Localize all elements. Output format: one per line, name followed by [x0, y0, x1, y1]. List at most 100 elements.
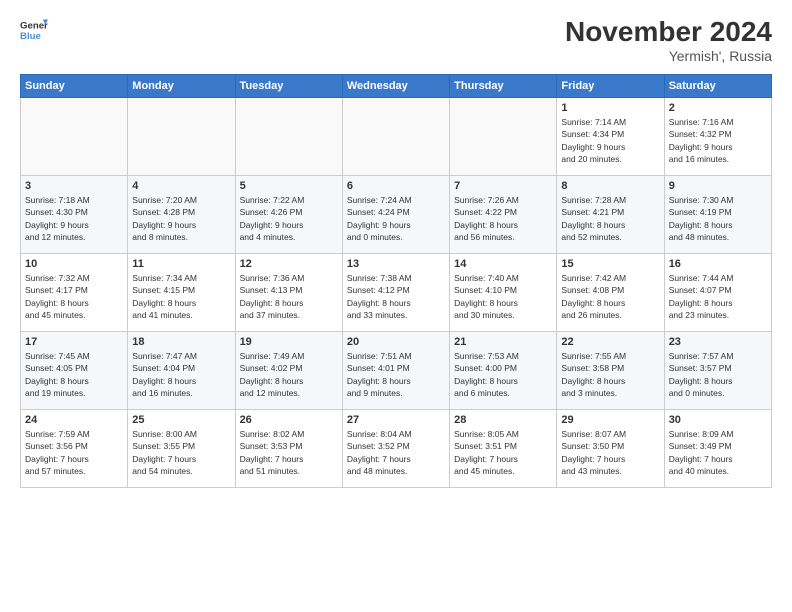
day-info: Sunrise: 7:45 AM Sunset: 4:05 PM Dayligh… — [25, 350, 123, 399]
header: General Blue November 2024 Yermish', Rus… — [20, 16, 772, 64]
th-thursday: Thursday — [450, 75, 557, 98]
day-info: Sunrise: 7:42 AM Sunset: 4:08 PM Dayligh… — [561, 272, 659, 321]
header-row: Sunday Monday Tuesday Wednesday Thursday… — [21, 75, 772, 98]
day-info: Sunrise: 8:00 AM Sunset: 3:55 PM Dayligh… — [132, 428, 230, 477]
calendar-day: 6 Sunrise: 7:24 AM Sunset: 4:24 PM Daylig… — [342, 176, 449, 254]
day-info: Sunrise: 7:14 AM Sunset: 4:34 PM Dayligh… — [561, 116, 659, 165]
day-number: 20 — [347, 336, 445, 348]
day-number: 19 — [240, 336, 338, 348]
day-number: 14 — [454, 258, 552, 270]
day-info: Sunrise: 8:05 AM Sunset: 3:51 PM Dayligh… — [454, 428, 552, 477]
calendar-day: 27 Sunrise: 8:04 AM Sunset: 3:52 PM Dayli… — [342, 410, 449, 488]
day-number: 1 — [561, 102, 659, 114]
day-info: Sunrise: 8:04 AM Sunset: 3:52 PM Dayligh… — [347, 428, 445, 477]
day-number: 23 — [669, 336, 767, 348]
day-number: 15 — [561, 258, 659, 270]
day-info: Sunrise: 7:53 AM Sunset: 4:00 PM Dayligh… — [454, 350, 552, 399]
day-info: Sunrise: 7:44 AM Sunset: 4:07 PM Dayligh… — [669, 272, 767, 321]
calendar-day: 25 Sunrise: 8:00 AM Sunset: 3:55 PM Dayli… — [128, 410, 235, 488]
calendar-week-1: 3 Sunrise: 7:18 AM Sunset: 4:30 PM Daylig… — [21, 176, 772, 254]
th-saturday: Saturday — [664, 75, 771, 98]
main-title: November 2024 — [565, 16, 772, 48]
day-number: 6 — [347, 180, 445, 192]
calendar-day — [235, 98, 342, 176]
day-info: Sunrise: 8:09 AM Sunset: 3:49 PM Dayligh… — [669, 428, 767, 477]
day-number: 27 — [347, 414, 445, 426]
th-friday: Friday — [557, 75, 664, 98]
day-info: Sunrise: 7:51 AM Sunset: 4:01 PM Dayligh… — [347, 350, 445, 399]
calendar-day: 1 Sunrise: 7:14 AM Sunset: 4:34 PM Daylig… — [557, 98, 664, 176]
calendar-week-4: 24 Sunrise: 7:59 AM Sunset: 3:56 PM Dayli… — [21, 410, 772, 488]
th-sunday: Sunday — [21, 75, 128, 98]
day-info: Sunrise: 7:16 AM Sunset: 4:32 PM Dayligh… — [669, 116, 767, 165]
calendar-day: 28Sunrise: 8:05 AM Sunset: 3:51 PM Dayli… — [450, 410, 557, 488]
day-info: Sunrise: 8:07 AM Sunset: 3:50 PM Dayligh… — [561, 428, 659, 477]
calendar-week-2: 10 Sunrise: 7:32 AM Sunset: 4:17 PM Dayli… — [21, 254, 772, 332]
calendar-week-3: 17 Sunrise: 7:45 AM Sunset: 4:05 PM Dayli… — [21, 332, 772, 410]
calendar-day — [342, 98, 449, 176]
day-info: Sunrise: 7:18 AM Sunset: 4:30 PM Dayligh… — [25, 194, 123, 243]
day-info: Sunrise: 7:28 AM Sunset: 4:21 PM Dayligh… — [561, 194, 659, 243]
day-number: 4 — [132, 180, 230, 192]
calendar-day — [128, 98, 235, 176]
day-info: Sunrise: 7:59 AM Sunset: 3:56 PM Dayligh… — [25, 428, 123, 477]
calendar-day: 26 Sunrise: 8:02 AM Sunset: 3:53 PM Dayli… — [235, 410, 342, 488]
calendar-day: 19Sunrise: 7:49 AM Sunset: 4:02 PM Dayli… — [235, 332, 342, 410]
day-number: 9 — [669, 180, 767, 192]
calendar-day — [450, 98, 557, 176]
day-info: Sunrise: 8:02 AM Sunset: 3:53 PM Dayligh… — [240, 428, 338, 477]
calendar-day: 29 Sunrise: 8:07 AM Sunset: 3:50 PM Dayli… — [557, 410, 664, 488]
day-number: 24 — [25, 414, 123, 426]
day-info: Sunrise: 7:34 AM Sunset: 4:15 PM Dayligh… — [132, 272, 230, 321]
day-info: Sunrise: 7:57 AM Sunset: 3:57 PM Dayligh… — [669, 350, 767, 399]
day-number: 12 — [240, 258, 338, 270]
day-number: 5 — [240, 180, 338, 192]
day-number: 13 — [347, 258, 445, 270]
day-info: Sunrise: 7:38 AM Sunset: 4:12 PM Dayligh… — [347, 272, 445, 321]
calendar-day: 22Sunrise: 7:55 AM Sunset: 3:58 PM Dayli… — [557, 332, 664, 410]
day-number: 11 — [132, 258, 230, 270]
calendar-day — [21, 98, 128, 176]
day-number: 8 — [561, 180, 659, 192]
day-number: 3 — [25, 180, 123, 192]
th-tuesday: Tuesday — [235, 75, 342, 98]
day-info: Sunrise: 7:32 AM Sunset: 4:17 PM Dayligh… — [25, 272, 123, 321]
calendar-day: 9 Sunrise: 7:30 AM Sunset: 4:19 PM Daylig… — [664, 176, 771, 254]
logo: General Blue — [20, 16, 48, 44]
sub-title: Yermish', Russia — [565, 48, 772, 64]
calendar-day: 2Sunrise: 7:16 AM Sunset: 4:32 PM Daylig… — [664, 98, 771, 176]
day-number: 26 — [240, 414, 338, 426]
th-monday: Monday — [128, 75, 235, 98]
calendar-day: 5 Sunrise: 7:22 AM Sunset: 4:26 PM Daylig… — [235, 176, 342, 254]
svg-text:General: General — [20, 20, 48, 31]
calendar-day: 18 Sunrise: 7:47 AM Sunset: 4:04 PM Dayli… — [128, 332, 235, 410]
calendar-day: 11 Sunrise: 7:34 AM Sunset: 4:15 PM Dayli… — [128, 254, 235, 332]
day-info: Sunrise: 7:22 AM Sunset: 4:26 PM Dayligh… — [240, 194, 338, 243]
day-info: Sunrise: 7:26 AM Sunset: 4:22 PM Dayligh… — [454, 194, 552, 243]
calendar-day: 30 Sunrise: 8:09 AM Sunset: 3:49 PM Dayli… — [664, 410, 771, 488]
calendar-day: 10 Sunrise: 7:32 AM Sunset: 4:17 PM Dayli… — [21, 254, 128, 332]
th-wednesday: Wednesday — [342, 75, 449, 98]
day-number: 30 — [669, 414, 767, 426]
day-info: Sunrise: 7:47 AM Sunset: 4:04 PM Dayligh… — [132, 350, 230, 399]
day-info: Sunrise: 7:24 AM Sunset: 4:24 PM Dayligh… — [347, 194, 445, 243]
calendar-day: 24 Sunrise: 7:59 AM Sunset: 3:56 PM Dayli… — [21, 410, 128, 488]
day-number: 10 — [25, 258, 123, 270]
day-number: 18 — [132, 336, 230, 348]
day-number: 29 — [561, 414, 659, 426]
svg-text:Blue: Blue — [20, 31, 41, 42]
calendar-day: 8 Sunrise: 7:28 AM Sunset: 4:21 PM Daylig… — [557, 176, 664, 254]
calendar-table: Sunday Monday Tuesday Wednesday Thursday… — [20, 74, 772, 488]
calendar-day: 15 Sunrise: 7:42 AM Sunset: 4:08 PM Dayli… — [557, 254, 664, 332]
logo-icon: General Blue — [20, 16, 48, 44]
day-info: Sunrise: 7:55 AM Sunset: 3:58 PM Dayligh… — [561, 350, 659, 399]
day-number: 25 — [132, 414, 230, 426]
day-number: 17 — [25, 336, 123, 348]
day-info: Sunrise: 7:40 AM Sunset: 4:10 PM Dayligh… — [454, 272, 552, 321]
day-info: Sunrise: 7:30 AM Sunset: 4:19 PM Dayligh… — [669, 194, 767, 243]
calendar-day: 4Sunrise: 7:20 AM Sunset: 4:28 PM Daylig… — [128, 176, 235, 254]
calendar-day: 13 Sunrise: 7:38 AM Sunset: 4:12 PM Dayli… — [342, 254, 449, 332]
title-block: November 2024 Yermish', Russia — [565, 16, 772, 64]
calendar-day: 12Sunrise: 7:36 AM Sunset: 4:13 PM Dayli… — [235, 254, 342, 332]
calendar-day: 20 Sunrise: 7:51 AM Sunset: 4:01 PM Dayli… — [342, 332, 449, 410]
